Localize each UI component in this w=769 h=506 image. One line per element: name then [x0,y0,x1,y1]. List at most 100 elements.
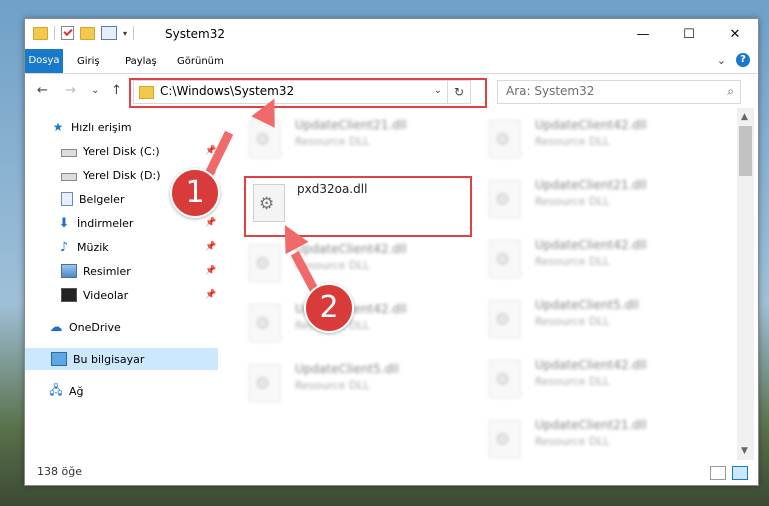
file-type: Resource DLL [535,195,610,208]
sidebar-item-label: Müzik [77,240,109,254]
pictures-icon [61,264,77,278]
help-icon[interactable]: ? [736,53,750,67]
file-type: Resource DLL [535,435,610,448]
list-item[interactable]: UpdateClient42.dll Resource DLL [483,354,713,400]
sidebar-item-drive-c[interactable]: Yerel Disk (C:) 📌 [25,140,218,162]
cloud-icon: ☁ [49,319,63,335]
sidebar-item-label: Belgeler [79,192,125,206]
file-type: Resource DLL [535,315,610,328]
video-icon [61,288,77,302]
sidebar-item-label: İndirmeler [77,216,134,230]
scroll-up-icon[interactable]: ▲ [741,112,748,122]
address-highlight-box [129,78,487,108]
file-type: Resource DLL [295,135,370,148]
file-name: UpdateClient42.dll [535,238,647,252]
documents-icon [61,192,73,206]
dll-file-icon [489,240,521,278]
scroll-thumb[interactable] [739,126,752,176]
pin-icon[interactable]: 📌 [205,242,216,252]
list-item[interactable]: UpdateClient21.dll Resource DLL [483,174,713,220]
sidebar-item-network[interactable]: 🖧 Ağ [25,380,218,402]
sidebar-item-onedrive[interactable]: ☁ OneDrive [25,316,218,338]
dll-file-icon [249,120,281,158]
sidebar-item-this-pc[interactable]: Bu bilgisayar [25,348,218,370]
sidebar-item-label: Bu bilgisayar [73,352,145,366]
dll-file-icon [249,304,281,342]
file-name: UpdateClient21.dll [535,418,647,432]
dll-file-icon [489,360,521,398]
pin-icon[interactable]: 📌 [205,266,216,276]
sidebar-item-music[interactable]: ♪ Müzik 📌 [25,236,218,258]
recent-locations-button[interactable]: ⌄ [91,85,99,96]
minimize-button[interactable]: — [620,19,666,49]
sidebar-item-videos[interactable]: Videolar 📌 [25,284,218,306]
dll-file-icon [489,180,521,218]
properties-check-icon[interactable] [61,26,74,40]
tab-dosya[interactable]: Dosya [25,49,63,73]
close-button[interactable]: ✕ [712,19,758,49]
expand-ribbon-icon[interactable]: ⌄ [717,54,726,67]
sidebar-item-quick-access[interactable]: ★ Hızlı erişim [25,116,218,138]
toolbar-separator [133,26,135,40]
up-button[interactable]: ↑ [111,83,122,98]
sidebar-item-label: Yerel Disk (D:) [83,168,161,182]
ribbon-tabs: Dosya Giriş Paylaş Görünüm ⌄ ? [25,49,758,74]
file-type: Resource DLL [535,255,610,268]
file-type: Resource DLL [295,379,370,392]
forward-button[interactable]: → [65,83,76,98]
view-toggle [710,466,748,480]
toolbar-separator [54,26,55,40]
new-folder-icon[interactable] [80,26,95,40]
download-icon: ⬇ [58,215,70,231]
tab-giris[interactable]: Giriş [69,53,108,71]
navigation-pane: ★ Hızlı erişim Yerel Disk (C:) 📌 Yerel D… [25,108,218,460]
customize-toolbar-icon[interactable]: ▾ [123,29,127,38]
list-item[interactable]: UpdateClient5.dll Resource DLL [483,294,713,340]
dll-file-icon [489,120,521,158]
list-item[interactable]: UpdateClient42.dll Resource DLL [243,238,473,284]
title-bar: ▾ System32 — ☐ ✕ [25,19,758,49]
properties-icon[interactable] [101,26,117,40]
search-input[interactable]: Ara: System32 ⌕ [497,80,741,104]
file-type: Resource DLL [535,375,610,388]
back-button[interactable]: ← [37,83,48,98]
search-icon[interactable]: ⌕ [727,84,734,99]
network-icon: 🖧 [49,382,63,397]
scroll-down-icon[interactable]: ▼ [741,446,748,456]
ribbon-right-controls: ⌄ ? [717,53,750,67]
drive-icon [61,149,77,157]
maximize-button[interactable]: ☐ [666,19,712,49]
file-name: UpdateClient42.dll [295,242,407,256]
list-item[interactable]: UpdateClient5.dll Resource DLL [243,358,473,404]
list-item[interactable]: UpdateClient42.dll Resource DLL [483,234,713,280]
dll-file-icon [489,300,521,338]
pin-icon[interactable]: 📌 [205,290,216,300]
dll-file-icon [489,420,521,458]
window-controls: — ☐ ✕ [620,19,758,49]
sidebar-item-label: Yerel Disk (C:) [83,144,160,158]
file-name: UpdateClient5.dll [535,298,639,312]
drive-icon [61,173,77,181]
details-view-icon[interactable] [710,466,726,480]
status-bar: 138 öğe [25,460,758,485]
sidebar-item-pictures[interactable]: Resimler 📌 [25,260,218,282]
tiles-view-icon[interactable] [732,466,748,480]
file-name: UpdateClient21.dll [535,178,647,192]
file-name: UpdateClient42.dll [535,118,647,132]
tab-paylas[interactable]: Paylaş [117,53,165,71]
search-placeholder: Ara: System32 [506,84,595,98]
item-count: 138 öğe [37,465,82,478]
computer-icon [51,352,67,366]
dll-file-icon [249,364,281,402]
vertical-scrollbar[interactable]: ▲ ▼ [737,108,754,460]
pin-icon[interactable]: 📌 [205,218,216,228]
window-title: System32 [165,27,226,41]
quick-access-toolbar: ▾ [33,26,135,40]
tab-gorunum[interactable]: Görünüm [169,53,232,71]
list-item[interactable]: UpdateClient42.dll Resource DLL [243,298,473,344]
list-item[interactable]: UpdateClient42.dll Resource DLL [483,114,713,160]
star-icon: ★ [52,120,64,134]
sidebar-item-label: Videolar [83,288,129,302]
sidebar-item-label: Ağ [69,384,84,398]
list-item[interactable]: UpdateClient21.dll Resource DLL [483,414,713,460]
